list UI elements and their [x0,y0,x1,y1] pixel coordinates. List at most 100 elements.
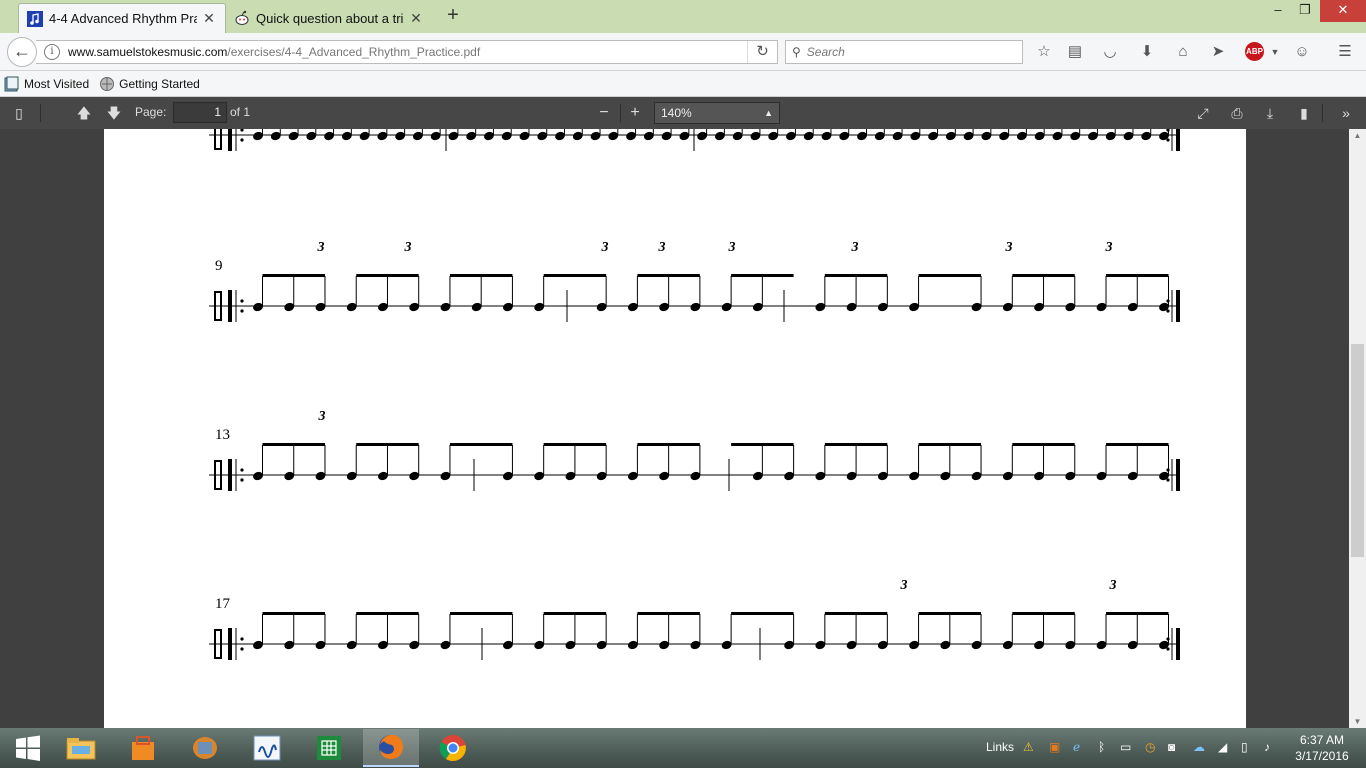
tuplet-number: 3 [1105,240,1113,255]
app-tray-icon[interactable]: ▣ [1049,740,1060,754]
scrollbar-thumb[interactable] [1351,344,1364,557]
windows-taskbar: Links ⚠ ▣ ℯ ᛒ ▭ ◷ ◙ ☁ ◢ ▯ ♪ 6:37 AM 3/17… [0,728,1366,768]
scroll-up-icon[interactable]: ▲ [1349,131,1366,140]
sidebar-toggle-icon[interactable]: ▯ [7,103,31,123]
clock-tray-icon[interactable]: ◷ [1145,740,1155,754]
menu-icon[interactable]: ☰ [1334,42,1356,62]
previous-page-button[interactable]: 🡅 [72,103,96,123]
beam [918,274,982,277]
cloud-tray-icon[interactable]: ☁ [1193,740,1205,754]
repeat-thick-bar [228,129,232,151]
repeat-dot [240,299,244,303]
beam [1012,612,1075,615]
pocket-icon[interactable]: ◡ [1099,42,1121,62]
download-icon[interactable]: ⤓ [1258,103,1282,123]
repeat-dot [240,309,244,313]
store-app-icon[interactable] [115,729,171,767]
excel-icon[interactable] [301,729,357,767]
network-share-icon[interactable]: ◙ [1168,740,1175,754]
back-button[interactable]: ← [7,37,37,67]
reading-list-icon[interactable]: ▤ [1064,42,1086,62]
search-input[interactable]: ⚲ Search [785,40,1023,64]
tuplet-number: 3 [404,240,412,255]
tab-title: 4-4 Advanced Rhythm Pra... [49,11,197,26]
beam [1106,443,1169,446]
reload-icon[interactable]: ↻ [747,41,777,63]
new-tab-button[interactable]: + [442,4,464,28]
audio-app-icon[interactable] [239,729,295,767]
repeat-dot [240,637,244,641]
beam [262,612,325,615]
restore-button[interactable]: ❐ [1290,0,1320,22]
zoom-select[interactable]: 140% ▲ [654,102,780,124]
url-bar[interactable]: i www.samuelstokesmusic.com/exercises/4-… [36,40,778,64]
beam [543,443,607,446]
home-icon[interactable]: ⌂ [1172,42,1194,62]
beam [637,274,700,277]
page-label: Page: [135,105,167,119]
print-icon[interactable]: ⎙ [1225,103,1249,123]
tuplet-number: 3 [601,240,609,255]
tab-rhythm-practice[interactable]: 4-4 Advanced Rhythm Pra... ✕ [18,3,226,33]
beam [731,274,794,277]
tab-title: Quick question about a tri... [256,10,404,26]
page-number-input[interactable]: 1 [173,102,227,123]
tuplet-number: 3 [1005,240,1013,255]
browser-tray-icon[interactable]: ℯ [1073,740,1080,754]
chrome-icon[interactable] [425,729,481,767]
firefox-icon[interactable] [363,729,419,767]
next-page-button[interactable]: 🡇 [102,103,126,123]
media-app-icon[interactable] [177,729,233,767]
vertical-scrollbar[interactable]: ▲ ▼ [1349,129,1366,728]
bookmark-view-icon[interactable]: ▮ [1292,103,1316,123]
tuplet-number: 3 [728,240,736,255]
repeat-dot [240,129,244,132]
emoji-icon[interactable]: ☺ [1291,42,1313,62]
beam [356,443,419,446]
chevron-updown-icon: ▲ [764,108,773,118]
zoom-out-button[interactable]: − [592,103,616,123]
repeat-thick-bar [1176,290,1180,322]
close-tab-icon[interactable]: ✕ [408,10,424,27]
tools-menu-icon[interactable]: » [1334,103,1358,123]
search-icon: ⚲ [792,45,801,59]
file-explorer-icon[interactable] [53,729,109,767]
most-visited-icon [4,76,20,92]
start-button[interactable] [0,729,56,767]
beam [918,612,982,615]
send-tab-icon[interactable]: ➤ [1207,42,1229,62]
pdf-page: 9 3 3 3 3 3 3 3 3 13 3 17 3 3 [104,129,1246,728]
bluetooth-icon[interactable]: ᛒ [1098,740,1105,754]
adblock-dropdown-icon[interactable]: ▼ [1264,42,1286,62]
bookmark-star-icon[interactable]: ☆ [1033,42,1055,62]
tab-reddit-question[interactable]: Quick question about a tri... ✕ [226,3,432,33]
presentation-mode-icon[interactable]: ⤢ [1191,103,1215,123]
beam [1106,612,1169,615]
system-clock[interactable]: 6:37 AM 3/17/2016 [1290,732,1354,764]
wifi-signal-icon[interactable]: ◢ [1218,740,1227,754]
minimize-button[interactable]: – [1263,0,1293,22]
warning-tray-icon[interactable]: ⚠ [1023,740,1034,754]
scroll-down-icon[interactable]: ▼ [1349,717,1366,726]
adblock-icon[interactable]: ABP [1245,42,1264,61]
bookmark-getting-started[interactable]: Getting Started [99,76,200,92]
tuplet-number: 3 [317,240,325,255]
site-info-icon[interactable]: i [44,44,60,60]
beam [824,274,888,277]
zoom-in-button[interactable]: + [623,103,647,123]
windows-logo-icon [16,735,40,761]
bookmark-most-visited[interactable]: Most Visited [4,76,89,92]
tab-strip: 4-4 Advanced Rhythm Pra... ✕ Quick quest… [0,0,1366,33]
close-tab-icon[interactable]: ✕ [201,10,217,27]
links-toolbar[interactable]: Links [986,740,1014,754]
bookmarks-toolbar: Most Visited Getting Started [0,71,1366,97]
repeat-thick-bar [1176,129,1180,151]
downloads-icon[interactable]: ⬇ [1136,42,1158,62]
display-tray-icon[interactable]: ▭ [1120,740,1131,754]
volume-icon[interactable]: ♪ [1264,740,1270,754]
battery-icon[interactable]: ▯ [1241,740,1248,754]
close-window-button[interactable]: ✕ [1320,0,1366,22]
pdf-viewer[interactable]: 9 3 3 3 3 3 3 3 3 13 3 17 3 3 [0,129,1349,728]
repeat-thick-bar [1176,459,1180,491]
url-text[interactable]: www.samuelstokesmusic.com/exercises/4-4_… [68,45,747,59]
